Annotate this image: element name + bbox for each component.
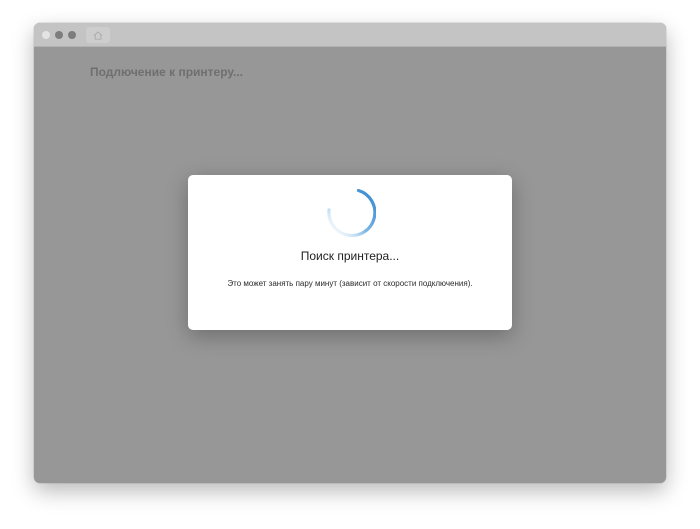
searching-printer-dialog: Поиск принтера... Это может занять пару … bbox=[188, 175, 512, 330]
dialog-title: Поиск принтера... bbox=[300, 249, 400, 263]
dialog-message: Это может занять пару минут (зависит от … bbox=[227, 279, 473, 288]
minimize-window-button[interactable] bbox=[55, 31, 63, 39]
app-window: Подлючение к принтеру... Поиск принтера.… bbox=[34, 23, 666, 483]
page-content: Подлючение к принтеру... Поиск принтера.… bbox=[34, 47, 666, 483]
loading-spinner-icon bbox=[327, 188, 376, 238]
window-titlebar bbox=[34, 23, 666, 47]
home-icon bbox=[93, 31, 103, 40]
page-title: Подлючение к принтеру... bbox=[90, 65, 243, 79]
maximize-window-button[interactable] bbox=[68, 31, 76, 39]
home-tab[interactable] bbox=[86, 27, 110, 43]
close-window-button[interactable] bbox=[42, 31, 50, 39]
